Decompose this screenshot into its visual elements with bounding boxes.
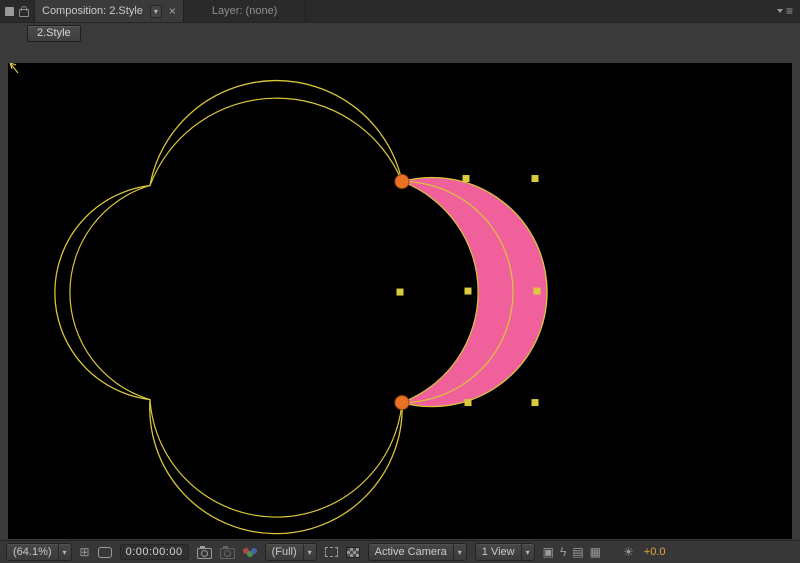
pen-cursor-artifact [10,63,18,73]
current-time-display[interactable]: 0:00:00:00 [120,544,189,560]
panel-menu-arrow-icon [777,9,783,13]
selection-handle[interactable] [397,289,404,296]
view-layout-dropdown[interactable]: 1 View ▾ [475,543,535,561]
chevron-down-icon: ▾ [58,544,71,560]
tab-layer-label: Layer: (none) [212,5,277,17]
tab-layer[interactable]: Layer: (none) [184,0,306,22]
panel-menu-button[interactable]: ≡ [770,0,800,22]
selection-handle[interactable] [465,399,472,406]
tab-composition-label: Composition: 2.Style [42,5,143,17]
reset-exposure-icon[interactable]: ☀ [623,546,634,558]
chevron-down-icon: ▾ [521,544,534,560]
comp-mini-flowchart-button[interactable]: 2.Style [27,25,81,42]
3d-view-value: Active Camera [369,546,453,558]
transparency-grid-icon[interactable] [346,547,360,558]
resolution-dropdown[interactable]: (Full) ▾ [265,543,317,561]
viewer-option-icons: ▣ ϟ ▤ ▦ [543,546,601,558]
anchor-point-handle[interactable] [465,288,472,295]
viewer-menu-arrow-icon[interactable]: ▾ [150,5,162,18]
panel-tab-bar: Composition: 2.Style ▾ × Layer: (none) ≡ [0,0,800,23]
panel-tab-icons [0,0,34,22]
timeline-icon[interactable]: ▤ [572,546,583,558]
mask-path-outer[interactable] [55,81,547,534]
selection-handle[interactable] [534,288,541,295]
pixel-aspect-icon[interactable]: ▣ [543,546,554,558]
tab-composition[interactable]: Composition: 2.Style ▾ × [34,0,184,22]
composition-viewport[interactable] [8,63,792,539]
magnification-dropdown[interactable]: (64.1%) ▾ [6,543,72,561]
snapshot-camera-icon[interactable] [197,548,212,559]
view-layout-value: 1 View [476,546,521,558]
selection-handle[interactable] [532,175,539,182]
mask-vertex-top[interactable] [395,175,409,189]
panel-menu-icon: ≡ [786,5,793,17]
selection-handle[interactable] [532,399,539,406]
resolution-value: (Full) [266,546,303,558]
exposure-value[interactable]: +0.0 [644,546,666,558]
close-tab-icon[interactable]: × [169,5,176,17]
viewer-toolbar: (64.1%) ▾ ⊞ 0:00:00:00 (Full) ▾ Active C… [0,540,800,563]
mask-vertex-bottom[interactable] [395,396,409,410]
composition-panel: Composition: 2.Style ▾ × Layer: (none) ≡… [0,0,800,563]
viewer-lock-icon[interactable] [19,9,29,17]
panel-grip-icon [5,7,14,16]
mask-path-inner[interactable] [70,98,478,517]
grid-guide-options-icon[interactable]: ⊞ [80,546,90,558]
chevron-down-icon: ▾ [453,544,466,560]
mask-visibility-icon[interactable] [98,547,112,558]
magnification-value: (64.1%) [7,546,58,558]
comp-canvas[interactable] [8,63,792,539]
show-snapshot-icon[interactable] [220,548,235,559]
chevron-down-icon: ▾ [303,544,316,560]
shape-fill-crescent[interactable] [402,178,547,407]
pasteboard: 2.Style [0,23,800,540]
3d-view-dropdown[interactable]: Active Camera ▾ [368,543,467,561]
show-channel-icon[interactable] [243,547,257,557]
selection-handle[interactable] [463,175,470,182]
fast-previews-icon[interactable]: ϟ [560,546,566,558]
comp-flowchart-icon[interactable]: ▦ [590,546,601,558]
region-of-interest-icon[interactable] [325,547,338,557]
